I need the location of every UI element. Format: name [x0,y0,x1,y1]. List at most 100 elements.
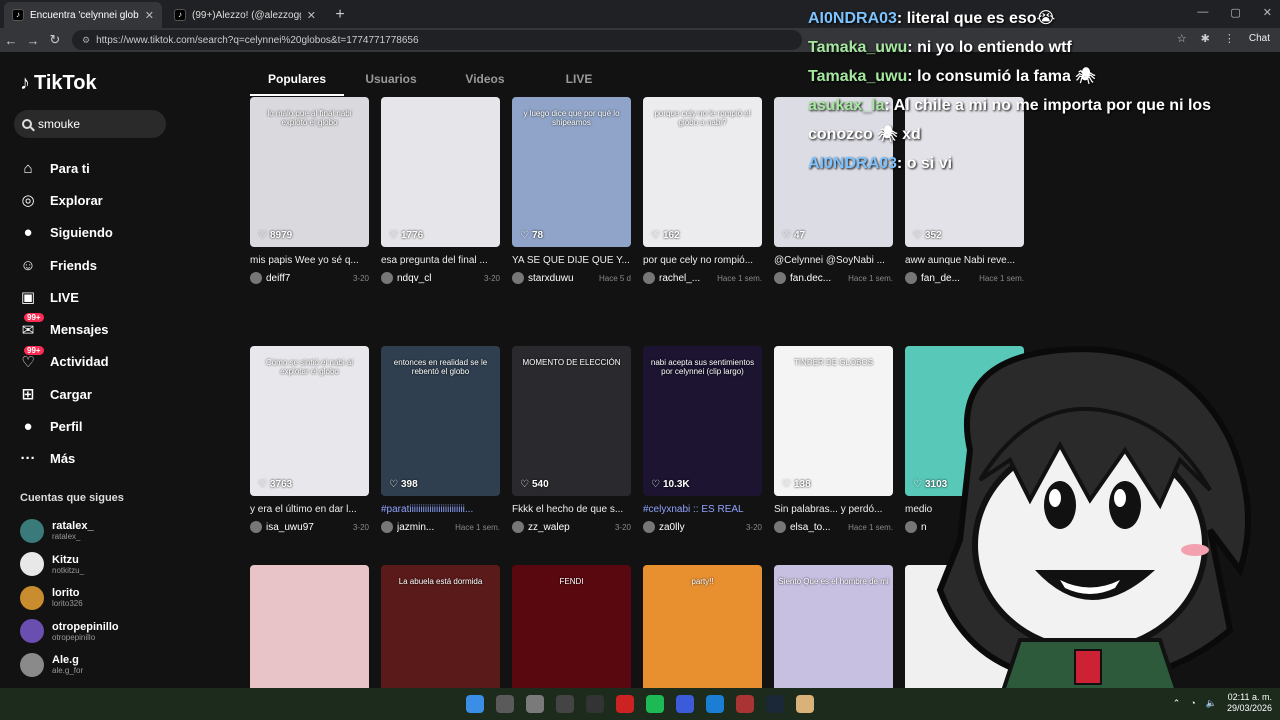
sidebar-item-mensajes[interactable]: ✉ 99+ Mensajes [18,313,208,345]
browser-tab-search[interactable]: ♪ Encuentra 'celynnei globos' en TikTok … [4,2,162,28]
video-card[interactable]: entonces en realidad se le rebentó el gl… [381,346,500,533]
video-card[interactable]: Cómo se sintió el nabi al explotar el gl… [250,346,369,533]
app-icon[interactable] [496,695,514,713]
app-icon[interactable] [526,695,544,713]
video-card[interactable]: La abuela está dormida♡1991bast, mi ship… [381,565,500,688]
video-author[interactable]: jazmin... [397,522,434,533]
avatar[interactable] [774,272,786,284]
avatar[interactable] [512,521,524,533]
avatar[interactable] [250,521,262,533]
app-icon[interactable] [556,695,574,713]
tab-populares[interactable]: Populares [250,72,344,96]
following-account[interactable]: Kitzu notkitzu_ [20,548,119,582]
video-author[interactable]: deiff7 [266,273,290,284]
avatar[interactable] [512,272,524,284]
sidebar-item-friends[interactable]: ☺ Friends [18,249,208,281]
search-input[interactable]: smouke [14,110,166,138]
windows-start-icon[interactable] [466,695,484,713]
video-thumbnail[interactable]: ♡ 1776 [381,97,500,247]
video-thumbnail[interactable]: MOMENTO DE ELECCIÓN ♡ 540 [512,346,631,496]
video-thumbnail[interactable]: La abuela está dormida♡1991 [381,565,500,688]
tab-videos[interactable]: Videos [438,72,532,96]
spotify-icon[interactable] [646,695,664,713]
browser-tab-profile[interactable]: ♪ (99+)Alezzo! (@alezzogg) | TikTok ✕ [166,2,324,28]
video-author[interactable]: ndqv_cl [397,273,431,284]
sidebar-item-explorar[interactable]: ◎ Explorar [18,184,208,216]
taskbar-clock[interactable]: 02:11 a. m. 29/03/2026 [1227,692,1272,714]
video-author[interactable]: fan.dec... [790,273,831,284]
app-icon[interactable] [796,695,814,713]
video-card[interactable]: MOMENTO DE ELECCIÓN ♡ 540 Fkkk el hecho de … [512,346,631,533]
video-card[interactable]: porque cely no le rompió el globo a nabi… [643,97,762,284]
sidebar-item-cargar[interactable]: ⊞ Cargar [18,378,208,410]
back-icon[interactable]: ← [0,33,22,48]
video-caption[interactable]: Fkkk el hecho de que s... [512,504,631,515]
avatar[interactable] [905,272,917,284]
following-account[interactable]: Ale.g ale.g_for [20,648,119,682]
video-caption[interactable]: @Celynnei @SoyNabi ... [774,255,893,266]
sidebar-item-para-ti[interactable]: ⌂ Para ti [18,152,208,184]
video-thumbnail[interactable]: nabi acepta sus sentimientos por celynne… [643,346,762,496]
tiktok-logo[interactable]: ♪ TikTok [20,72,97,95]
steam-icon[interactable] [766,695,784,713]
video-card[interactable]: party!!♡42.4KNo sé cantar pero s... [643,565,762,688]
video-author[interactable]: isa_uwu97 [266,522,314,533]
video-thumbnail[interactable]: ♡24.3K [250,565,369,688]
avatar[interactable] [250,272,262,284]
reload-icon[interactable]: ↻ [44,32,66,48]
video-caption[interactable]: esa pregunta del final ... [381,255,500,266]
sidebar-item-actividad[interactable]: ♡ 99+ Actividad [18,345,208,378]
video-card[interactable]: lo malo que al final nabi explotó el glo… [250,97,369,284]
app-icon[interactable] [676,695,694,713]
video-caption[interactable]: YA SE QUE DIJE QUE Y... [512,255,631,266]
video-caption[interactable]: por que cely no rompió... [643,255,762,266]
video-thumbnail[interactable]: Siento Que es el hombre de mi♡133 [774,565,893,688]
video-card[interactable]: FENDI♡116.5KFendi fendi con ami... [512,565,631,688]
video-author[interactable]: fan_de... [921,273,960,284]
app-icon[interactable] [616,695,634,713]
video-author[interactable]: zz_walep [528,522,570,533]
avatar[interactable] [381,521,393,533]
video-thumbnail[interactable]: FENDI♡116.5K [512,565,631,688]
video-thumbnail[interactable]: Cómo se sintió el nabi al explotar el gl… [250,346,369,496]
video-thumbnail[interactable]: porque cely no le rompió el globo a nabi… [643,97,762,247]
close-tab-icon[interactable]: ✕ [307,9,316,22]
video-author[interactable]: za0lly [659,522,685,533]
forward-icon[interactable]: → [22,33,44,48]
edge-icon[interactable] [706,695,724,713]
url-field[interactable]: ⚙ https://www.tiktok.com/search?q=celynn… [72,30,802,50]
video-caption[interactable]: aww aunque Nabi reve... [905,255,1024,266]
video-thumbnail[interactable]: TINDER DE GLOBOS ♡ 138 [774,346,893,496]
video-thumbnail[interactable]: y luego dice que por qué lo shipeamos ♡ 78 [512,97,631,247]
video-author[interactable]: starxduwu [528,273,574,284]
avatar[interactable] [643,521,655,533]
video-card[interactable]: Siento Que es el hombre de mi♡133El homb… [774,565,893,688]
app-icon[interactable] [586,695,604,713]
sidebar-item-más[interactable]: ··· Más [18,443,208,475]
video-thumbnail[interactable]: entonces en realidad se le rebentó el gl… [381,346,500,496]
video-caption[interactable]: mis papis Wee yo sé q... [250,255,369,266]
new-tab-button[interactable]: + [328,4,352,28]
chevron-up-icon[interactable]: ⌃ [1173,698,1181,709]
video-caption[interactable]: y era el último en dar l... [250,504,369,515]
video-caption[interactable]: #paratiiiiiiiiiiiiiiiiiiiiiiiii... [381,504,500,515]
following-account[interactable]: ratalex_ ratalex_ [20,514,119,548]
video-author[interactable]: elsa_to... [790,522,831,533]
video-thumbnail[interactable]: party!!♡42.4K [643,565,762,688]
video-card[interactable]: ♡24.3Khola soy fan de celynn... [250,565,369,688]
video-caption[interactable]: #celyxnabi :: ES REAL [643,504,762,515]
video-thumbnail[interactable]: lo malo que al final nabi explotó el glo… [250,97,369,247]
video-caption[interactable]: Sin palabras... y perdó... [774,504,893,515]
video-card[interactable]: TINDER DE GLOBOS ♡ 138 Sin palabras... y pe… [774,346,893,533]
site-info-icon[interactable]: ⚙ [82,35,90,46]
avatar[interactable] [643,272,655,284]
tab-usuarios[interactable]: Usuarios [344,72,438,96]
volume-icon[interactable]: 🔈 [1206,698,1217,709]
network-icon[interactable]: ◔ [1190,698,1195,708]
app-icon[interactable] [736,695,754,713]
video-author[interactable]: rachel_... [659,273,700,284]
sidebar-item-live[interactable]: ▣ LIVE [18,281,208,313]
avatar[interactable] [774,521,786,533]
close-tab-icon[interactable]: ✕ [145,9,154,22]
video-card[interactable]: y luego dice que por qué lo shipeamos ♡ 78… [512,97,631,284]
